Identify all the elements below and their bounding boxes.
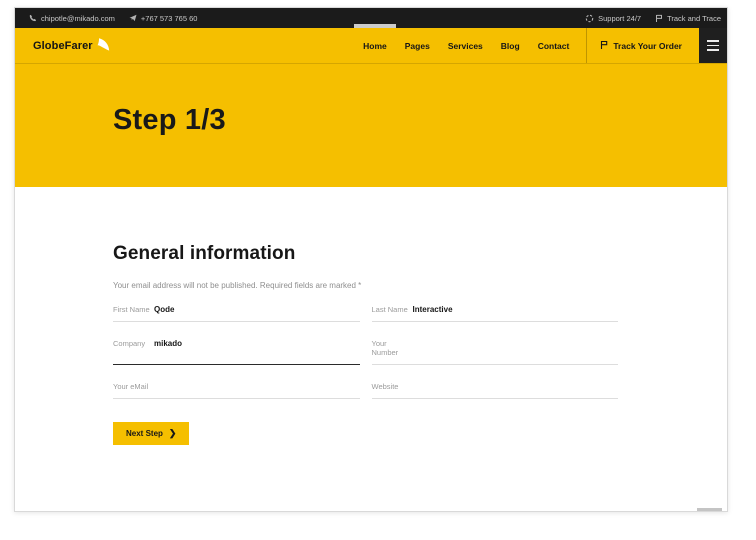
nav-item-pages[interactable]: Pages — [405, 28, 430, 63]
topbar-left: chipotle@mikado.com +767 573 765 60 — [29, 14, 197, 23]
company-input[interactable] — [154, 339, 360, 348]
screenshot-stage: chipotle@mikado.com +767 573 765 60 Supp… — [0, 0, 756, 540]
company-label: Company — [113, 339, 154, 348]
hamburger-menu-button[interactable] — [699, 28, 727, 63]
website-label: Website — [372, 382, 413, 391]
logo-icon — [96, 37, 111, 55]
last-name-label: Last Name — [372, 305, 413, 314]
next-step-button[interactable]: Next Step ❯ — [113, 422, 189, 445]
your-email-field: Your eMail — [113, 382, 360, 399]
topbar-support-text: Support 24/7 — [598, 14, 641, 23]
logo-text: GlobeFarer — [33, 40, 93, 52]
hero-banner: Step 1/3 — [15, 63, 727, 187]
nav-item-home[interactable]: Home — [363, 28, 387, 63]
your-email-label: Your eMail — [113, 382, 154, 391]
website-input[interactable] — [413, 382, 619, 391]
first-name-label: First Name — [113, 305, 154, 314]
topbar-phone-link[interactable]: +767 573 765 60 — [129, 14, 198, 23]
your-email-input[interactable] — [154, 382, 360, 391]
main-content: General information Your email address w… — [15, 187, 727, 445]
horizontal-scrollbar-thumb[interactable] — [697, 508, 722, 511]
first-name-input[interactable] — [154, 305, 360, 314]
last-name-field: Last Name — [372, 305, 619, 322]
nav-item-blog[interactable]: Blog — [501, 28, 520, 63]
your-number-input[interactable] — [413, 339, 619, 348]
your-number-field: Your Number — [372, 339, 619, 365]
paper-plane-icon — [129, 14, 137, 22]
main-nav: Home Pages Services Blog Contact — [363, 28, 569, 63]
support-icon — [585, 14, 594, 23]
flag-icon — [655, 14, 663, 23]
topbar-right: Support 24/7 Track and Trace — [585, 14, 721, 23]
website-field: Website — [372, 382, 619, 399]
topbar-support-link[interactable]: Support 24/7 — [585, 14, 641, 23]
page-title: Step 1/3 — [113, 104, 727, 137]
nav-item-contact[interactable]: Contact — [538, 28, 570, 63]
next-step-label: Next Step — [126, 429, 163, 438]
first-name-field: First Name — [113, 305, 360, 322]
section-heading: General information — [113, 243, 618, 265]
site-header: GlobeFarer Home Pages Services Blog Cont… — [15, 28, 727, 63]
topbar-track-trace-link[interactable]: Track and Trace — [655, 14, 721, 23]
nav-item-services[interactable]: Services — [448, 28, 483, 63]
track-your-order-label: Track Your Order — [613, 41, 682, 51]
chevron-right-icon: ❯ — [169, 429, 177, 438]
company-field: Company — [113, 339, 360, 365]
general-information-form: First Name Last Name Company Your Number… — [113, 305, 618, 399]
topbar-phone-text: +767 573 765 60 — [141, 14, 198, 23]
hamburger-icon — [707, 45, 719, 47]
hamburger-icon — [707, 49, 719, 51]
topbar-track-trace-text: Track and Trace — [667, 14, 721, 23]
track-your-order-button[interactable]: Track Your Order — [586, 28, 699, 63]
hamburger-icon — [707, 40, 719, 42]
last-name-input[interactable] — [413, 305, 619, 314]
topbar-email-link[interactable]: chipotle@mikado.com — [29, 14, 115, 23]
browser-page: chipotle@mikado.com +767 573 765 60 Supp… — [14, 7, 728, 512]
your-number-label: Your Number — [372, 339, 413, 357]
form-note: Your email address will not be published… — [113, 281, 618, 290]
header-spacer — [111, 28, 363, 63]
topbar-email-text: chipotle@mikado.com — [41, 14, 115, 23]
flag-icon — [600, 40, 608, 52]
logo[interactable]: GlobeFarer — [15, 28, 111, 63]
phone-icon — [29, 14, 37, 22]
